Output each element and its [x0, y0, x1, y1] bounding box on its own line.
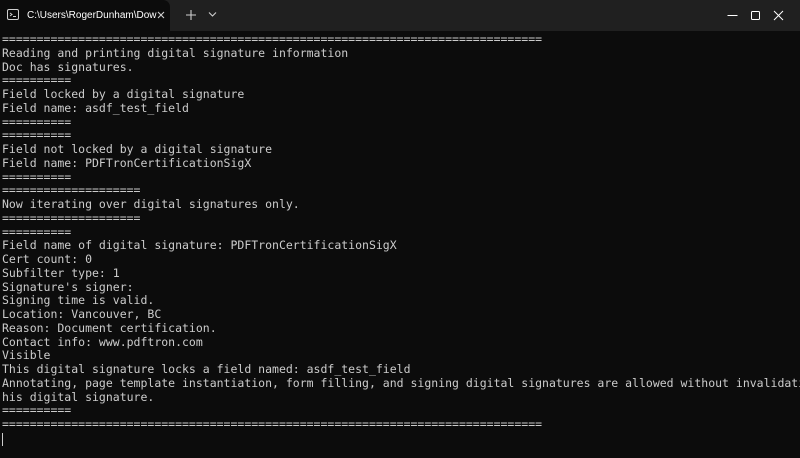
terminal-line: Signature's signer: [2, 279, 134, 294]
terminal-line: ==================== [2, 210, 141, 225]
terminal-line: Contact info: www.pdftron.com [2, 334, 203, 349]
terminal-line: ========================================… [2, 417, 543, 431]
terminal-line: Reading and printing digital signature i… [2, 45, 349, 60]
terminal-line: Field name of digital signature: PDFTron… [2, 238, 397, 253]
terminal-tab[interactable]: C:\Users\RogerDunham\Dow [0, 0, 170, 31]
terminal-line: his digital signature. [2, 389, 155, 404]
terminal-line: Annotating, page template instantiation,… [2, 375, 800, 390]
title-bar: C:\Users\RogerDunham\Dow [0, 0, 800, 31]
terminal-line: Field locked by a digital signature [2, 87, 245, 101]
chevron-down-icon[interactable] [208, 11, 217, 18]
terminal-line: Field not locked by a digital signature [2, 142, 273, 156]
terminal-line: ========== [2, 114, 72, 129]
terminal-line: Now iterating over digital signatures on… [2, 197, 300, 211]
plus-icon[interactable] [184, 8, 198, 22]
terminal-icon [7, 9, 19, 20]
close-button[interactable] [756, 0, 800, 31]
tab-close-icon[interactable] [155, 9, 167, 21]
terminal-line: ========== [2, 73, 72, 88]
terminal-line: ========== [2, 169, 72, 184]
terminal-output[interactable]: ========================================… [0, 33, 800, 453]
terminal-line: ========== [2, 128, 72, 143]
terminal-line: ==================== [2, 183, 141, 198]
terminal-line: Field name: PDFTronCertificationSigX [2, 155, 252, 170]
terminal-window: C:\Users\RogerDunham\Dow ===============… [0, 0, 800, 458]
terminal-line: Subfilter type: 1 [2, 265, 120, 280]
terminal-line: Cert count: 0 [2, 252, 93, 266]
terminal-line: Field name: asdf_test_field [2, 100, 189, 115]
terminal-line: Location: Vancouver, BC [2, 307, 162, 321]
terminal-line: Signing time is valid. [2, 293, 155, 308]
terminal-line: ========================================… [2, 33, 543, 46]
terminal-line: Doc has signatures. [2, 59, 134, 74]
terminal-line: Reason: Document certification. [2, 320, 217, 335]
terminal-line: ========== [2, 403, 72, 418]
terminal-line: Visible [2, 348, 51, 363]
tab-title: C:\Users\RogerDunham\Dow [27, 10, 157, 21]
terminal-line: This digital signature locks a field nam… [2, 362, 411, 376]
terminal-line: ========== [2, 224, 72, 239]
close-icon [773, 10, 784, 21]
text-cursor [2, 432, 3, 446]
